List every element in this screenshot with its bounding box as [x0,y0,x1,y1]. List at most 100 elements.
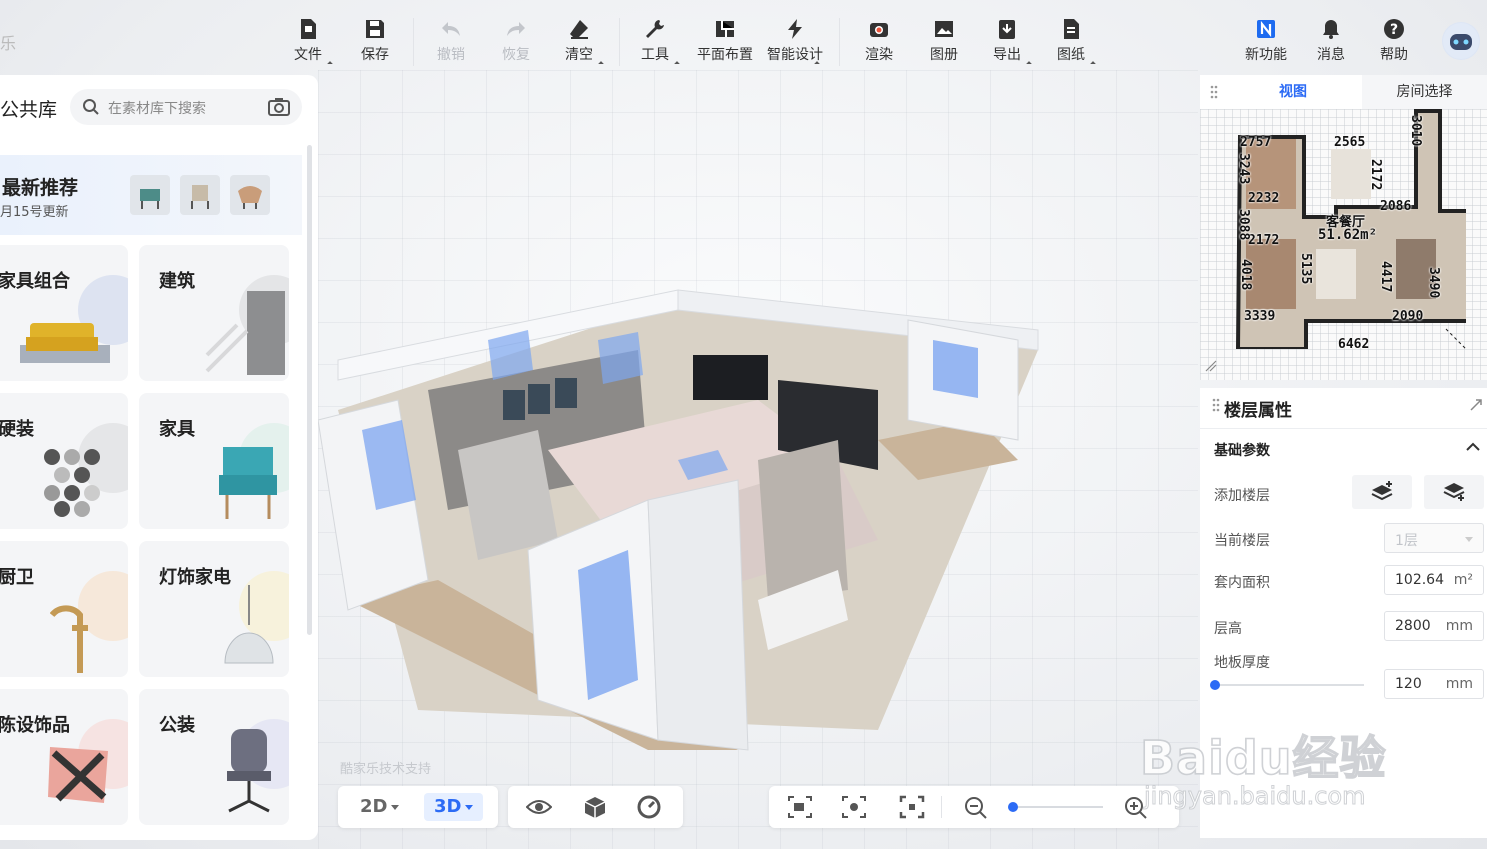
new-badge-icon [1257,20,1275,38]
drag-handle-icon[interactable] [1212,398,1220,412]
album-label: 图册 [930,47,958,63]
zoom-out-icon[interactable] [963,795,989,819]
gauge-icon[interactable] [636,795,662,819]
new-features-button[interactable]: 新功能 [1236,18,1296,68]
zoom-slider-track[interactable] [1013,806,1103,808]
pendant-lamp-icon [224,585,274,664]
sofa-icon [20,323,110,363]
library-scrollbar[interactable] [307,145,312,635]
dimension-label: 3088 [1236,209,1251,241]
floor-height-field[interactable]: 2800 mm [1384,611,1484,641]
dimension-label: 2565 [1334,135,1366,150]
drag-handle-icon[interactable] [1210,85,1218,99]
dimension-label: 4018 [1238,259,1253,291]
eye-icon[interactable] [526,795,552,819]
recommend-thumb-chair[interactable] [230,175,270,215]
slab-thickness-slider[interactable] [1214,684,1364,686]
watermark-logo: Baidu经验 [1139,730,1387,786]
album-button[interactable]: 图册 [914,18,974,68]
add-floor-above-button[interactable] [1352,475,1412,509]
floor-plan-minimap[interactable]: 2757 2565 3010 3243 2232 2172 2086 2172 … [1200,109,1487,380]
brand-stub: 乐 [0,34,17,53]
current-floor-select[interactable]: 1层 [1384,523,1484,553]
dimension-label: 2086 [1380,199,1412,214]
recommend-subtitle: 月15号更新 [0,205,69,220]
category-decorations[interactable]: 陈设饰品 [0,689,128,825]
file-button[interactable]: 文件 [278,18,338,68]
recommend-thumb-chair[interactable] [130,175,170,215]
tools-button[interactable]: 工具 [625,18,685,68]
chevron-up-icon[interactable] [1465,440,1481,452]
recommend-banner[interactable]: 最新推荐 月15号更新 [0,155,302,235]
category-lighting-appliance[interactable]: 灯饰家电 [139,541,289,677]
category-commercial[interactable]: 公装 [139,689,289,825]
expand-icon[interactable] [1469,398,1483,412]
category-label: 建筑 [159,271,195,292]
resize-handle-icon[interactable] [1204,359,1218,373]
lightning-icon [788,19,802,39]
category-furniture-set[interactable]: 家具组合 [0,245,128,381]
floor-layout-label: 平面布置 [697,47,753,63]
render-label: 渲染 [865,47,893,63]
user-avatar[interactable] [1442,22,1480,60]
zoom-slider-knob[interactable] [1008,802,1018,812]
layers-add-icon [1443,483,1465,501]
svg-text:?: ? [1390,22,1398,38]
search-input[interactable]: 在素材库下搜索 [70,89,302,125]
help-button[interactable]: ? 帮助 [1364,18,1424,68]
camera-search-icon[interactable] [268,98,290,116]
camera-view-icon[interactable] [787,795,813,819]
smart-design-button[interactable]: 智能设计 [765,18,825,68]
category-label: 公装 [159,715,195,736]
tab-view[interactable]: 视图 [1224,75,1362,109]
render-button[interactable]: 渲染 [849,18,909,68]
section-basic-params: 基础参数 [1214,443,1270,459]
category-kitchen-bath[interactable]: 厨卫 [0,541,128,677]
cube-icon[interactable] [582,795,608,819]
clear-button[interactable]: 清空 [549,18,609,68]
dimension-label: 2757 [1240,135,1272,150]
category-label: 厨卫 [0,567,34,588]
camera-icon [870,23,888,37]
category-furniture[interactable]: 家具 [139,393,289,529]
redo-button[interactable]: 恢复 [486,18,546,68]
divider [1200,428,1487,429]
fit-view-icon[interactable] [899,795,925,819]
slab-thickness-knob[interactable] [1210,680,1220,690]
category-hard-decoration[interactable]: 硬装 [0,393,128,529]
inner-area-field[interactable]: 102.64 m² [1384,565,1484,595]
add-floor-below-button[interactable] [1424,475,1484,509]
category-architecture[interactable]: 建筑 [139,245,289,381]
armchair-icon [219,447,277,519]
inner-area-value: 102.64 [1395,572,1444,588]
view-3d-button[interactable]: 3D [424,793,484,821]
save-button[interactable]: 保存 [345,18,405,68]
floor-height-label: 层高 [1214,621,1242,637]
export-button[interactable]: 导出 [977,18,1037,68]
floor-layout-button[interactable]: 平面布置 [695,18,755,68]
dimension-label: 2090 [1392,309,1424,324]
category-label: 家具组合 [0,271,70,292]
dimension-label: 3010 [1408,115,1423,147]
redo-icon [507,22,525,36]
layout-icon [716,21,734,37]
category-label: 家具 [159,419,195,440]
messages-button[interactable]: 消息 [1301,18,1361,68]
slab-thickness-unit: mm [1445,676,1473,692]
recommend-thumb-chair[interactable] [180,175,220,215]
save-label: 保存 [361,47,389,63]
view-2d-button[interactable]: 2D [350,793,409,821]
3d-house-model[interactable] [318,280,1058,760]
camera-settings-icon[interactable] [841,795,867,819]
undo-button[interactable]: 撤销 [421,18,481,68]
tab-room-select[interactable]: 房间选择 [1362,75,1487,109]
recommend-title: 最新推荐 [2,177,79,199]
panel-title: 楼层属性 [1224,401,1292,421]
lounge-chair-icon [238,186,262,209]
top-toolbar: 乐 文件 保存 撤销 恢复 清空 工具 平面布置 智能设计 渲染 图册 导出 图… [0,0,1487,70]
current-floor-value: 1层 [1395,533,1418,549]
dimension-label: 3490 [1426,267,1441,299]
dimension-label: 3243 [1236,153,1251,185]
search-placeholder: 在素材库下搜索 [108,101,206,117]
drawings-button[interactable]: 图纸 [1041,18,1101,68]
